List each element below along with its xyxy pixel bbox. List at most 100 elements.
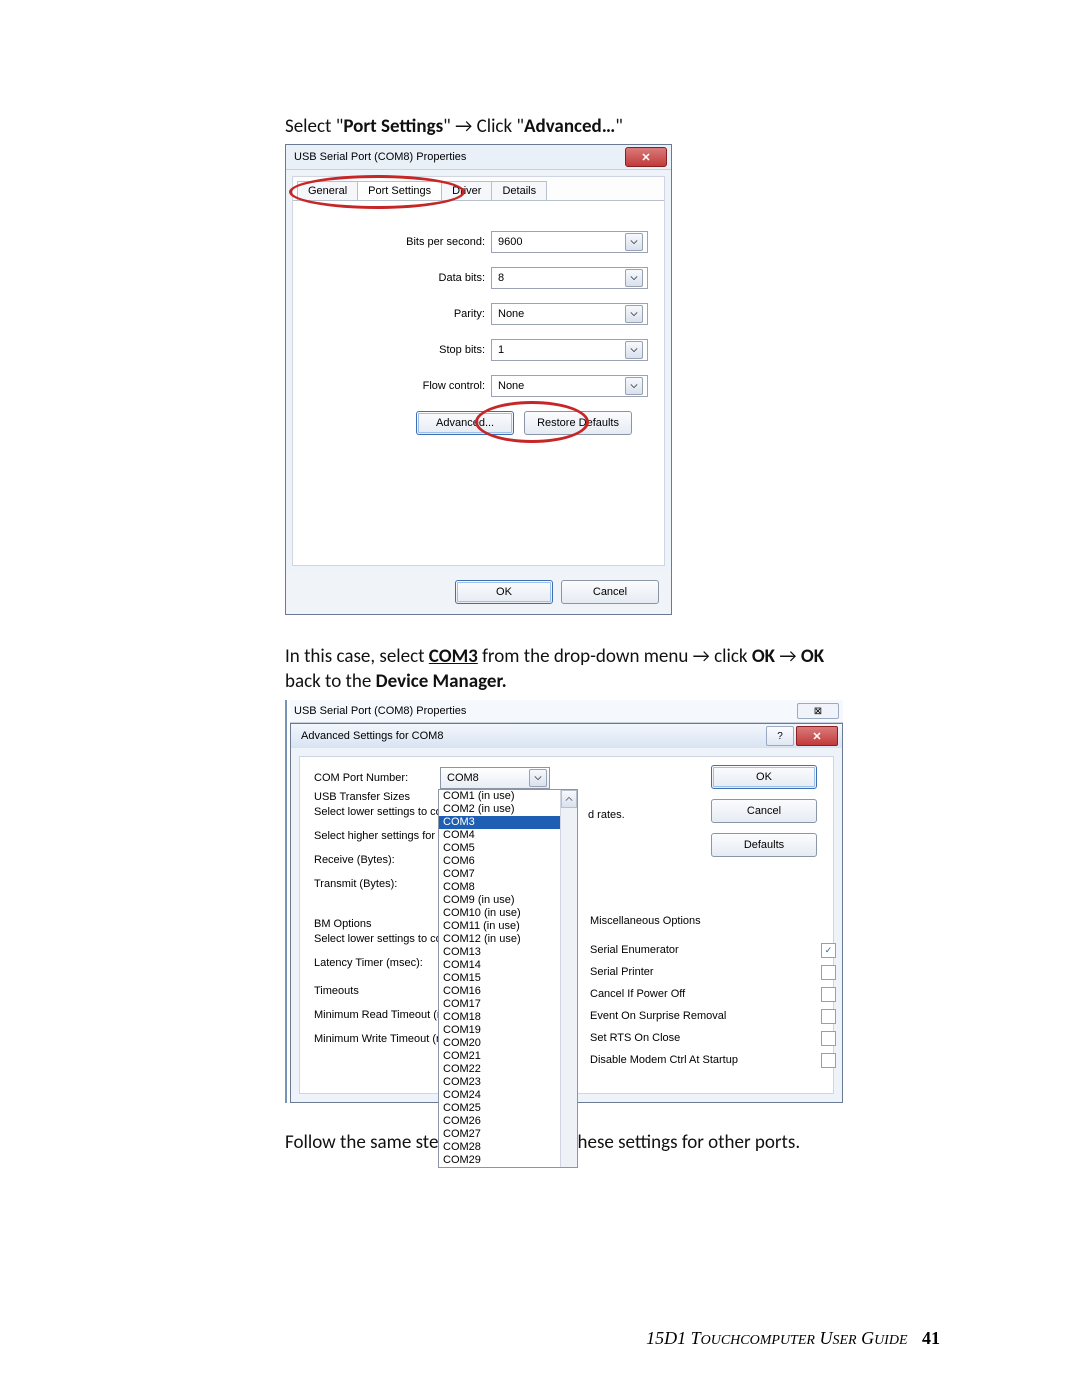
list-item[interactable]: COM22 xyxy=(439,1063,577,1076)
list-item[interactable]: COM4 xyxy=(439,829,577,842)
bps-combo[interactable]: 9600 xyxy=(491,231,648,253)
chevron-down-icon xyxy=(625,341,643,359)
bps-label: Bits per second: xyxy=(406,236,485,248)
com-port-combo[interactable]: COM8 xyxy=(440,767,550,789)
restore-defaults-button[interactable]: Restore Defaults xyxy=(524,411,632,435)
properties-dialog: USB Serial Port (COM8) Properties ✕ Gene… xyxy=(285,144,672,615)
advanced-settings-dialog: Advanced Settings for COM8 ? ✕ COM Port … xyxy=(290,723,843,1103)
cancel-button[interactable]: Cancel xyxy=(561,580,659,604)
bm-options-label: BM Options xyxy=(314,918,444,932)
parity-label: Parity: xyxy=(454,308,485,320)
cancel-button[interactable]: Cancel xyxy=(711,799,817,823)
list-item[interactable]: COM25 xyxy=(439,1102,577,1115)
advanced-dialog-container: USB Serial Port (COM8) Properties ⊠ Adva… xyxy=(285,700,843,1103)
misc-header: Miscellaneous Options xyxy=(590,915,836,927)
flow-combo[interactable]: None xyxy=(491,375,648,397)
ok-button[interactable]: OK xyxy=(455,580,553,604)
com-port-listbox[interactable]: COM1 (in use)COM2 (in use)COM3COM4COM5CO… xyxy=(438,789,578,1168)
ok-button[interactable]: OK xyxy=(711,765,817,789)
checkbox[interactable] xyxy=(821,965,836,980)
list-item[interactable]: COM15 xyxy=(439,972,577,985)
list-item[interactable]: COM19 xyxy=(439,1024,577,1037)
chevron-down-icon xyxy=(529,769,547,787)
close-icon[interactable]: ✕ xyxy=(625,147,667,167)
list-item[interactable]: COM16 xyxy=(439,985,577,998)
list-item[interactable]: COM17 xyxy=(439,998,577,1011)
list-item[interactable]: COM27 xyxy=(439,1128,577,1141)
close-icon[interactable]: ⊠ xyxy=(797,703,839,719)
checkbox[interactable] xyxy=(821,1031,836,1046)
tab-details[interactable]: Details xyxy=(491,181,547,200)
timeouts-label: Timeouts xyxy=(314,985,444,999)
flow-label: Flow control: xyxy=(423,380,485,392)
checkbox-label: Serial Printer xyxy=(590,966,654,978)
checkbox-row: Event On Surprise Removal xyxy=(590,1005,836,1027)
stopbits-label: Stop bits: xyxy=(439,344,485,356)
stopbits-combo[interactable]: 1 xyxy=(491,339,648,361)
list-item[interactable]: COM8 xyxy=(439,881,577,894)
chevron-down-icon xyxy=(625,305,643,323)
usb-transfer-label: USB Transfer Sizes xyxy=(314,791,444,805)
checkbox-label: Serial Enumerator xyxy=(590,944,679,956)
close-icon[interactable]: ✕ xyxy=(796,726,838,746)
follow-instruction: Follow the same steps to accomplish thes… xyxy=(285,1131,940,1154)
list-item[interactable]: COM20 xyxy=(439,1037,577,1050)
list-item[interactable]: COM29 xyxy=(439,1154,577,1167)
list-item[interactable]: COM23 xyxy=(439,1076,577,1089)
list-item[interactable]: COM14 xyxy=(439,959,577,972)
higher-settings-label: Select higher settings for fas xyxy=(314,830,444,844)
checkbox[interactable] xyxy=(821,1009,836,1024)
checkbox-row: Set RTS On Close xyxy=(590,1027,836,1049)
parity-combo[interactable]: None xyxy=(491,303,648,325)
instruction-select-com3: In this case, select COM3 from the drop-… xyxy=(285,645,940,694)
list-item[interactable]: COM18 xyxy=(439,1011,577,1024)
tab-driver[interactable]: Driver xyxy=(441,181,492,200)
com-port-label: COM Port Number: xyxy=(314,772,438,784)
list-item[interactable]: COM6 xyxy=(439,855,577,868)
list-item[interactable]: COM10 (in use) xyxy=(439,907,577,920)
list-item[interactable]: COM9 (in use) xyxy=(439,894,577,907)
list-item[interactable]: COM13 xyxy=(439,946,577,959)
checkbox-label: Set RTS On Close xyxy=(590,1032,680,1044)
list-item[interactable]: COM3 xyxy=(439,816,577,829)
checkbox[interactable] xyxy=(821,987,836,1002)
list-item[interactable]: COM2 (in use) xyxy=(439,803,577,816)
chevron-down-icon xyxy=(625,269,643,287)
checkbox-label: Disable Modem Ctrl At Startup xyxy=(590,1054,738,1066)
checkbox-row: Cancel If Power Off xyxy=(590,983,836,1005)
databits-label: Data bits: xyxy=(439,272,485,284)
list-item[interactable]: COM11 (in use) xyxy=(439,920,577,933)
transmit-label: Transmit (Bytes): xyxy=(314,878,444,892)
help-icon[interactable]: ? xyxy=(766,726,794,746)
list-item[interactable]: COM21 xyxy=(439,1050,577,1063)
checkbox[interactable]: ✓ xyxy=(821,943,836,958)
checkbox[interactable] xyxy=(821,1053,836,1068)
defaults-button[interactable]: Defaults xyxy=(711,833,817,857)
databits-combo[interactable]: 8 xyxy=(491,267,648,289)
misc-options: Miscellaneous Options Serial Enumerator ✓… xyxy=(590,915,836,1071)
list-item[interactable]: COM24 xyxy=(439,1089,577,1102)
list-item[interactable]: COM5 xyxy=(439,842,577,855)
checkbox-row: Serial Enumerator ✓ xyxy=(590,939,836,961)
list-item[interactable]: COM1 (in use) xyxy=(439,790,577,803)
receive-label: Receive (Bytes): xyxy=(314,854,444,868)
list-item[interactable]: COM7 xyxy=(439,868,577,881)
instruction-port-settings: Select "Port Settings" → Click "Advanced… xyxy=(285,115,940,138)
scrollbar[interactable] xyxy=(560,790,577,1167)
lower2-label: Select lower settings to corre xyxy=(314,933,444,947)
advanced-dialog-title: Advanced Settings for COM8 xyxy=(301,730,443,742)
list-item[interactable]: COM26 xyxy=(439,1115,577,1128)
rates-text: d rates. xyxy=(588,809,625,821)
tab-general[interactable]: General xyxy=(297,181,358,200)
checkbox-row: Serial Printer xyxy=(590,961,836,983)
min-read-label: Minimum Read Timeout (msec xyxy=(314,1009,444,1023)
advanced-button[interactable]: Advanced... xyxy=(416,411,514,435)
list-item[interactable]: COM28 xyxy=(439,1141,577,1154)
page-footer: 15D1 TOUCHCOMPUTER USER GUIDE 41 xyxy=(0,1328,940,1349)
list-item[interactable]: COM12 (in use) xyxy=(439,933,577,946)
scroll-up-icon[interactable] xyxy=(561,790,577,808)
latency-label: Latency Timer (msec): xyxy=(314,957,444,971)
tab-port-settings[interactable]: Port Settings xyxy=(357,181,442,200)
checkbox-label: Cancel If Power Off xyxy=(590,988,685,1000)
lower-settings-label: Select lower settings to corre xyxy=(314,806,444,820)
